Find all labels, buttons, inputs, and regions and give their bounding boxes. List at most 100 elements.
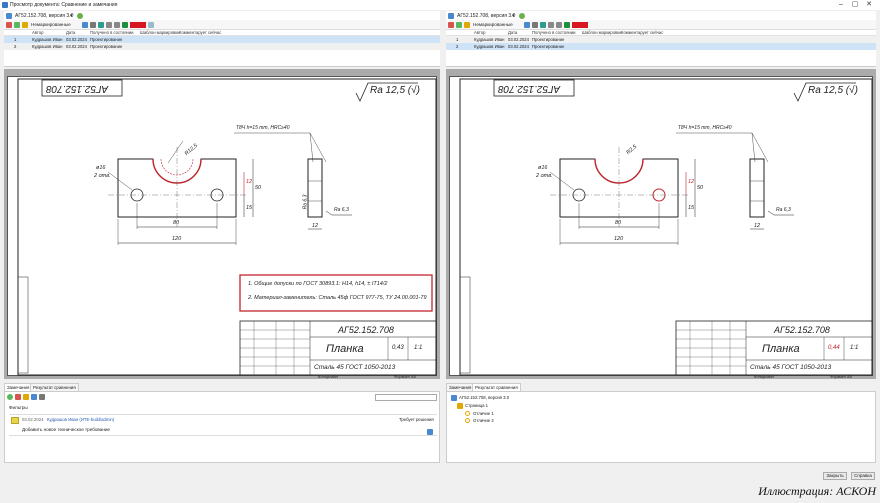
col-state[interactable]: Получено в состоянии — [90, 30, 134, 35]
row-number: 2 — [456, 44, 459, 49]
close-icon[interactable]: ✕ — [862, 0, 876, 10]
comment-status: Требует решения — [399, 417, 434, 422]
tb-name: Планка — [762, 343, 800, 355]
comments-panel: Фильтры 03.02.2024 Кудрашов Иван (ИТЕ-bu… — [4, 391, 440, 463]
right-bottom-tabs: Замечания Результат сравнения — [446, 382, 876, 392]
text-icon[interactable] — [90, 22, 96, 28]
app-icon — [2, 2, 8, 8]
minimize-icon[interactable]: – — [834, 0, 848, 10]
right-grid-empty — [446, 50, 876, 67]
table-row[interactable]: 1 Кудрашов Иван 03.02.2024 Проектировани… — [4, 36, 440, 43]
col-state[interactable]: Получено в состоянии — [532, 30, 576, 35]
color-swatch[interactable] — [130, 22, 146, 28]
maximize-icon[interactable]: ▢ — [848, 0, 862, 10]
col-author[interactable]: Автор — [32, 30, 43, 35]
row-state: Проектирование — [532, 44, 565, 49]
tb-mass: 0,44 — [828, 345, 840, 351]
col-date[interactable]: Дата — [66, 30, 75, 35]
tree-item[interactable]: Отличие 2 — [473, 418, 494, 423]
delete-icon[interactable] — [15, 394, 21, 400]
tb-format: Формат А4 — [830, 374, 852, 379]
grid-icon[interactable] — [82, 22, 88, 28]
grid-icon[interactable] — [524, 22, 530, 28]
attach-icon[interactable] — [427, 429, 433, 435]
save-icon[interactable] — [6, 22, 12, 28]
arrow-down-icon[interactable] — [114, 22, 120, 28]
table-row[interactable]: 2 Кудрашов Иван 03.02.2024 Проектировани… — [446, 43, 876, 50]
col-template[interactable]: Шаблон маркировки — [582, 30, 621, 35]
dim-12-red: 12 — [246, 179, 253, 185]
comment-card[interactable]: 03.02.2024 Кудрашов Иван (ИТЕ-build/admi… — [9, 414, 437, 436]
arrow-up-icon[interactable] — [106, 22, 112, 28]
col-commenting[interactable]: Комментарует сейчас — [621, 30, 663, 35]
help-button[interactable]: Справка — [851, 472, 875, 480]
checkbox-icon[interactable] — [122, 22, 128, 28]
tb-code: АГ52.152.708 — [774, 325, 830, 335]
comment-author[interactable]: Кудрашов Иван (ИТЕ-build/admin) — [47, 417, 114, 422]
search-input[interactable] — [375, 394, 437, 401]
add-comment-icon[interactable] — [7, 394, 13, 400]
col-date[interactable]: Дата — [508, 30, 517, 35]
compare-tree: АГ52.152.708, версия 3.0 Страница 1 Отли… — [446, 391, 876, 463]
tree-page[interactable]: Страница 1 — [465, 403, 488, 408]
ok-icon[interactable] — [98, 22, 104, 28]
refresh-icon[interactable] — [77, 13, 83, 19]
reply-icon[interactable] — [31, 394, 37, 400]
mode-select[interactable]: Немаркированные — [31, 22, 71, 27]
chevron-down-icon[interactable]: ▾ — [512, 13, 515, 19]
dim-50: 50 — [255, 185, 262, 191]
comment-icon — [11, 417, 19, 424]
arrow-down-icon[interactable] — [556, 22, 562, 28]
tb-scale: 1:1 — [414, 345, 423, 351]
tb-material: Сталь 45 ГОСТ 1050-2013 — [750, 364, 832, 371]
table-row[interactable]: 1 Кудрашов Иван 03.02.2024 Проектировани… — [446, 36, 876, 43]
mirrored-code: АГ52.152.708 — [498, 83, 561, 94]
left-bottom-tabs: Замечания Результат сравнения — [4, 382, 440, 392]
mode-select[interactable]: Немаркированные — [473, 22, 513, 27]
filter-label[interactable]: Фильтры — [9, 405, 28, 410]
filter-icon[interactable] — [22, 22, 28, 28]
pin-icon[interactable] — [14, 22, 20, 28]
ok-icon[interactable] — [540, 22, 546, 28]
row-state: Проектирование — [90, 44, 123, 49]
text-icon[interactable] — [532, 22, 538, 28]
right-drawing-viewport[interactable]: АГ52.152.708 Ra 12,5 (√) Т8Ч h=15 mm, HR… — [446, 69, 876, 379]
comment-text: Добавить новое техническое требование — [22, 427, 110, 432]
chevron-down-icon[interactable]: ▾ — [70, 13, 73, 19]
right-doc-selector[interactable]: АГ52.152.708, версия 3.0 — [457, 13, 515, 19]
save-icon[interactable] — [448, 22, 454, 28]
tb-format: Формат А4 — [394, 374, 416, 379]
color-swatch[interactable] — [572, 22, 588, 28]
thread-note: Т8Ч h=15 mm, HRC≥40 — [236, 125, 290, 131]
row-state: Проектирование — [90, 37, 123, 42]
edit-icon[interactable] — [23, 394, 29, 400]
row-number: 1 — [14, 37, 17, 42]
ra-small: Ra 6,3 — [776, 207, 791, 213]
right-markup-toolbar: Немаркированные — [446, 20, 876, 30]
col-commenting[interactable]: Комментарует сейчас — [179, 30, 221, 35]
filter-icon[interactable] — [464, 22, 470, 28]
right-drawing-sheet: АГ52.152.708 Ra 12,5 (√) Т8Ч h=15 mm, HR… — [449, 76, 873, 379]
tree-root[interactable]: АГ52.152.708, версия 3.0 — [459, 395, 509, 400]
arrow-up-icon[interactable] — [548, 22, 554, 28]
tb-mass: 0,43 — [392, 345, 404, 351]
dim-120: 120 — [172, 236, 182, 242]
table-row[interactable]: 2 Кудрашов Иван 03.02.2024 Проектировани… — [4, 43, 440, 50]
refresh-icon[interactable] — [519, 13, 525, 19]
left-drawing-viewport[interactable]: АГ52.152.708 Ra 12,5 (√) Т8Ч h=15 mm, HR… — [4, 69, 440, 379]
flag-icon[interactable] — [39, 394, 45, 400]
left-doc-selector[interactable]: АГ52.152.708, версия 3.0 — [15, 13, 73, 19]
left-grid-empty — [4, 50, 440, 67]
col-author[interactable]: Автор — [474, 30, 485, 35]
pin-icon[interactable] — [456, 22, 462, 28]
tree-item[interactable]: Отличие 1 — [473, 411, 494, 416]
tb-material: Сталь 45 ГОСТ 1050-2013 — [314, 364, 396, 371]
col-template[interactable]: Шаблон маркировки — [140, 30, 179, 35]
eraser-icon[interactable] — [148, 22, 154, 28]
close-button[interactable]: Закрыть — [823, 472, 847, 480]
dim-side-12: 12 — [312, 223, 319, 229]
tb-scale: 1:1 — [850, 345, 859, 351]
dim-80: 80 — [615, 220, 622, 226]
dim-holes: 2 отв. — [94, 173, 111, 179]
checkbox-icon[interactable] — [564, 22, 570, 28]
